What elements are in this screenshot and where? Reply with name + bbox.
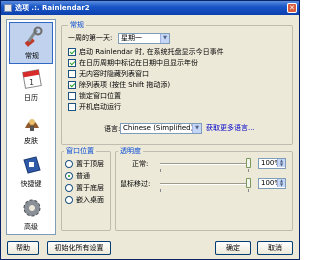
transparency-legend: 透明度: [118, 147, 143, 156]
option-label: 开机启动运行: [79, 103, 121, 111]
chevron-down-icon: ▼: [160, 34, 169, 43]
gear-icon: [23, 199, 41, 217]
window-title: 选项 .:. Rainlendar2: [15, 4, 90, 12]
option-label: 嵌入桌面: [76, 196, 104, 204]
normal-value-spinner[interactable]: 100% ▲ ▼: [258, 158, 286, 169]
normal-slider-track[interactable]: [160, 163, 248, 165]
option-label: 除列表项 (按住 Shift 拖动添): [79, 81, 171, 89]
options-window: 选项 .:. Rainlendar2 ✕ 常规 1 日历 皮肤 快捷键 高级 常…: [0, 0, 300, 260]
hover-slider-thumb[interactable]: [246, 178, 251, 188]
option-label: 无内容时隐藏列表窗口: [79, 70, 149, 78]
language-value: Chinese (Simplified): [123, 124, 194, 132]
svg-text:1: 1: [29, 78, 34, 87]
first-day-value: 星期一: [121, 34, 142, 42]
spin-down-icon[interactable]: ▼: [277, 163, 285, 167]
sidebar-item-label: 常规: [25, 52, 39, 60]
option-label: 置于底层: [76, 184, 104, 192]
sidebar-item-advanced[interactable]: 高级: [9, 194, 53, 236]
language-select[interactable]: Chinese (Simplified) ▼: [120, 123, 202, 134]
checkbox[interactable]: [68, 81, 76, 89]
transparency-group: 透明度 正常: 100% ▲ ▼ 鼠标移过: 100% ▲ ▼: [115, 147, 293, 231]
sidebar-item-general[interactable]: 常规: [9, 22, 53, 64]
sidebar-item-label: 日历: [24, 94, 38, 102]
reset-all-button[interactable]: 初始化所有设置: [47, 241, 111, 255]
spin-down-icon[interactable]: ▼: [277, 183, 285, 187]
option-label: 置于顶层: [76, 160, 104, 168]
hover-slider-track[interactable]: [160, 183, 248, 185]
first-day-label: 一周的第一天:: [68, 34, 113, 42]
checkbox[interactable]: [68, 59, 76, 67]
checkbox[interactable]: [68, 48, 76, 56]
slider-tick: [248, 169, 249, 172]
sidebar-item-calendar[interactable]: 1 日历: [9, 65, 53, 107]
slider-tick: [160, 169, 161, 172]
help-button[interactable]: 帮助: [7, 241, 39, 255]
checkbox[interactable]: [68, 92, 76, 100]
keyboard-icon: [23, 156, 41, 174]
checkbox[interactable]: [68, 70, 76, 78]
sidebar-item-hotkeys[interactable]: 快捷键: [9, 151, 53, 193]
normal-label: 正常:: [132, 160, 149, 168]
app-icon: [4, 4, 12, 12]
checkbox[interactable]: [68, 103, 76, 111]
more-languages-link[interactable]: 获取更多语言...: [206, 123, 255, 134]
radio[interactable]: [65, 172, 73, 180]
option-label: 启动 Rainlendar 时, 在系统托盘显示今日事件: [79, 48, 224, 56]
option-label: 锁定窗口位置: [79, 92, 121, 100]
radio[interactable]: [65, 160, 73, 168]
radio[interactable]: [65, 196, 73, 204]
hover-label: 鼠标移过:: [120, 180, 151, 188]
option-label: 在日历周期中标记在日期中且显示年份: [79, 59, 198, 67]
sidebar-item-label: 快捷键: [20, 180, 42, 188]
window-position-legend: 窗口位置: [64, 147, 96, 156]
sidebar-item-label: 皮肤: [24, 137, 38, 145]
cancel-button[interactable]: 取消: [257, 241, 293, 255]
skin-icon: [25, 119, 39, 131]
window-position-group: 窗口位置 置于顶层 普通 置于底层 嵌入桌面: [61, 147, 111, 231]
hover-value-spinner[interactable]: 100% ▲ ▼: [258, 178, 286, 189]
language-label: 语言:: [104, 125, 121, 133]
close-button[interactable]: ✕: [287, 3, 297, 13]
slider-tick: [248, 189, 249, 192]
slider-tick: [160, 189, 161, 192]
tools-icon: [24, 26, 43, 47]
sidebar-item-skin[interactable]: 皮肤: [9, 108, 53, 150]
general-legend: 常规: [68, 21, 86, 30]
radio[interactable]: [65, 184, 73, 192]
sidebar: 常规 1 日历 皮肤 快捷键 高级: [6, 19, 56, 235]
calendar-icon: 1: [22, 69, 42, 89]
option-label: 普通: [76, 172, 90, 180]
chevron-down-icon: ▼: [192, 124, 201, 133]
normal-slider-thumb[interactable]: [246, 158, 251, 168]
sidebar-item-label: 高级: [24, 223, 38, 231]
general-group: 常规 一周的第一天: 星期一 ▼ 启动 Rainlendar 时, 在系统托盘显…: [61, 21, 293, 145]
title-bar: 选项 .:. Rainlendar2 ✕: [1, 1, 299, 15]
first-day-select[interactable]: 星期一 ▼: [118, 33, 170, 44]
ok-button[interactable]: 确定: [215, 241, 251, 255]
